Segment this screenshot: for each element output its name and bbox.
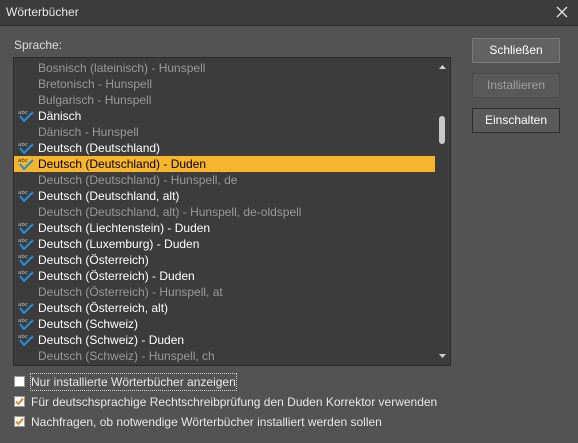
dictionary-row[interactable]: abc Deutsch (Österreich) - Duden xyxy=(14,268,436,284)
dictionary-row[interactable]: abc Dänisch xyxy=(14,108,436,124)
ask-install-checkbox[interactable] xyxy=(14,416,25,427)
list-scrollbar[interactable] xyxy=(435,58,450,365)
abc-check-icon: abc xyxy=(18,222,34,235)
dictionary-label: Deutsch (Deutschland) - Hunspell, de xyxy=(38,173,238,187)
abc-check-icon: abc xyxy=(18,110,34,123)
dictionary-list[interactable]: Bosnisch (lateinisch) - Hunspell Bretonis… xyxy=(13,57,451,366)
scrollbar-thumb[interactable] xyxy=(439,116,445,144)
duden-korrektor-checkbox[interactable] xyxy=(14,396,25,407)
close-window-button[interactable] xyxy=(552,2,572,22)
close-button[interactable]: Schließen xyxy=(472,38,560,63)
close-icon xyxy=(556,6,568,18)
dictionary-row[interactable]: abc Deutsch (Schweiz) xyxy=(14,316,436,332)
dictionary-row[interactable]: Bulgarisch - Hunspell xyxy=(14,92,436,108)
scroll-down-icon[interactable] xyxy=(437,351,448,361)
dictionary-label: Deutsch (Deutschland) - Duden xyxy=(38,157,207,171)
window-title: Wörterbücher xyxy=(6,5,79,19)
svg-text:abc: abc xyxy=(18,254,28,260)
ask-install-label[interactable]: Nachfragen, ob notwendige Wörterbücher i… xyxy=(31,414,382,430)
dictionary-label: Deutsch (Österreich) - Duden xyxy=(38,269,195,283)
dictionary-label: Deutsch (Deutschland, alt) - Hunspell, d… xyxy=(38,205,302,219)
svg-text:abc: abc xyxy=(18,318,28,324)
dictionary-label: Deutsch (Österreich) - Hunspell, at xyxy=(38,285,223,299)
title-bar: Wörterbücher xyxy=(0,0,578,26)
enable-button[interactable]: Einschalten xyxy=(472,108,560,133)
abc-check-icon: abc xyxy=(18,190,34,203)
abc-check-icon: abc xyxy=(18,318,34,331)
enable-button-label: Einschalten xyxy=(484,113,548,127)
dictionary-row[interactable]: abc Deutsch (Österreich) xyxy=(14,252,436,268)
scroll-up-icon[interactable] xyxy=(437,62,448,72)
abc-check-icon: abc xyxy=(18,142,34,155)
abc-check-icon: abc xyxy=(18,270,34,283)
abc-check-icon: abc xyxy=(18,334,34,347)
dictionary-label: Deutsch (Liechtenstein) - Duden xyxy=(38,221,211,235)
dictionary-label: Dänisch xyxy=(38,109,82,123)
dictionary-label: Deutsch (Luxemburg) - Duden xyxy=(38,237,200,251)
duden-korrektor-label[interactable]: Für deutschsprachige Rechtschreibprüfung… xyxy=(31,394,437,410)
svg-text:abc: abc xyxy=(18,270,28,276)
dictionary-label: Deutsch (Österreich) xyxy=(38,253,149,267)
dictionary-row[interactable]: Deutsch (Deutschland) - Hunspell, de xyxy=(14,172,436,188)
svg-text:abc: abc xyxy=(18,142,28,148)
dictionary-row[interactable]: Bretonisch - Hunspell xyxy=(14,76,436,92)
dictionary-label: Deutsch (Schweiz) xyxy=(38,317,139,331)
dictionary-label: Bulgarisch - Hunspell xyxy=(38,93,152,107)
dictionary-label: Bosnisch (lateinisch) - Hunspell xyxy=(38,61,206,75)
dictionary-row[interactable]: abc Deutsch (Österreich, alt) xyxy=(14,300,436,316)
svg-text:abc: abc xyxy=(18,302,28,308)
dictionary-row[interactable]: Bosnisch (lateinisch) - Hunspell xyxy=(14,60,436,76)
dictionary-label: Deutsch (Deutschland) xyxy=(38,141,161,155)
abc-check-icon: abc xyxy=(18,158,34,171)
abc-check-icon: abc xyxy=(18,254,34,267)
svg-text:abc: abc xyxy=(18,190,28,196)
svg-text:abc: abc xyxy=(18,238,28,244)
installed-only-checkbox[interactable] xyxy=(14,376,25,387)
svg-text:abc: abc xyxy=(18,222,28,228)
svg-text:abc: abc xyxy=(18,334,28,340)
dictionary-label: Deutsch (Schweiz) - Hunspell, ch xyxy=(38,349,215,363)
install-button[interactable]: Installieren xyxy=(472,73,560,98)
svg-text:abc: abc xyxy=(18,110,28,116)
language-label: Sprache: xyxy=(14,38,62,52)
dictionary-row[interactable]: Deutsch (Deutschland, alt) - Hunspell, d… xyxy=(14,204,436,220)
svg-text:abc: abc xyxy=(18,158,28,164)
dictionary-row[interactable]: abc Deutsch (Schweiz) - Duden xyxy=(14,332,436,348)
checkmark-icon xyxy=(15,397,24,406)
installed-only-label[interactable]: Nur installierte Wörterbücher anzeigen xyxy=(30,373,237,391)
dictionary-row[interactable]: Deutsch (Österreich) - Hunspell, at xyxy=(14,284,436,300)
abc-check-icon: abc xyxy=(18,302,34,315)
dictionary-row[interactable]: abc Deutsch (Deutschland) - Duden xyxy=(14,156,436,172)
dictionary-row[interactable]: Deutsch (Schweiz) - Hunspell, ch xyxy=(14,348,436,364)
dictionary-label: Deutsch (Deutschland, alt) xyxy=(38,189,180,203)
checkmark-icon xyxy=(15,417,24,426)
install-button-label: Installieren xyxy=(486,78,546,92)
dictionary-label: Deutsch (Schweiz) - Duden xyxy=(38,333,185,347)
dictionary-row[interactable]: Dänisch - Hunspell xyxy=(14,124,436,140)
language-label-text: Sprache: xyxy=(14,38,63,52)
dictionary-items: Bosnisch (lateinisch) - Hunspell Bretonis… xyxy=(14,60,436,364)
close-button-label: Schließen xyxy=(489,43,543,57)
dictionary-row[interactable]: abc Deutsch (Deutschland, alt) xyxy=(14,188,436,204)
dictionary-row[interactable]: abc Deutsch (Deutschland) xyxy=(14,140,436,156)
dictionary-row[interactable]: abc Deutsch (Liechtenstein) - Duden xyxy=(14,220,436,236)
dictionary-label: Deutsch (Österreich, alt) xyxy=(38,301,169,315)
abc-check-icon: abc xyxy=(18,238,34,251)
dictionary-row[interactable]: abc Deutsch (Luxemburg) - Duden xyxy=(14,236,436,252)
dictionary-label: Dänisch - Hunspell xyxy=(38,125,139,139)
dictionary-label: Bretonisch - Hunspell xyxy=(38,77,153,91)
